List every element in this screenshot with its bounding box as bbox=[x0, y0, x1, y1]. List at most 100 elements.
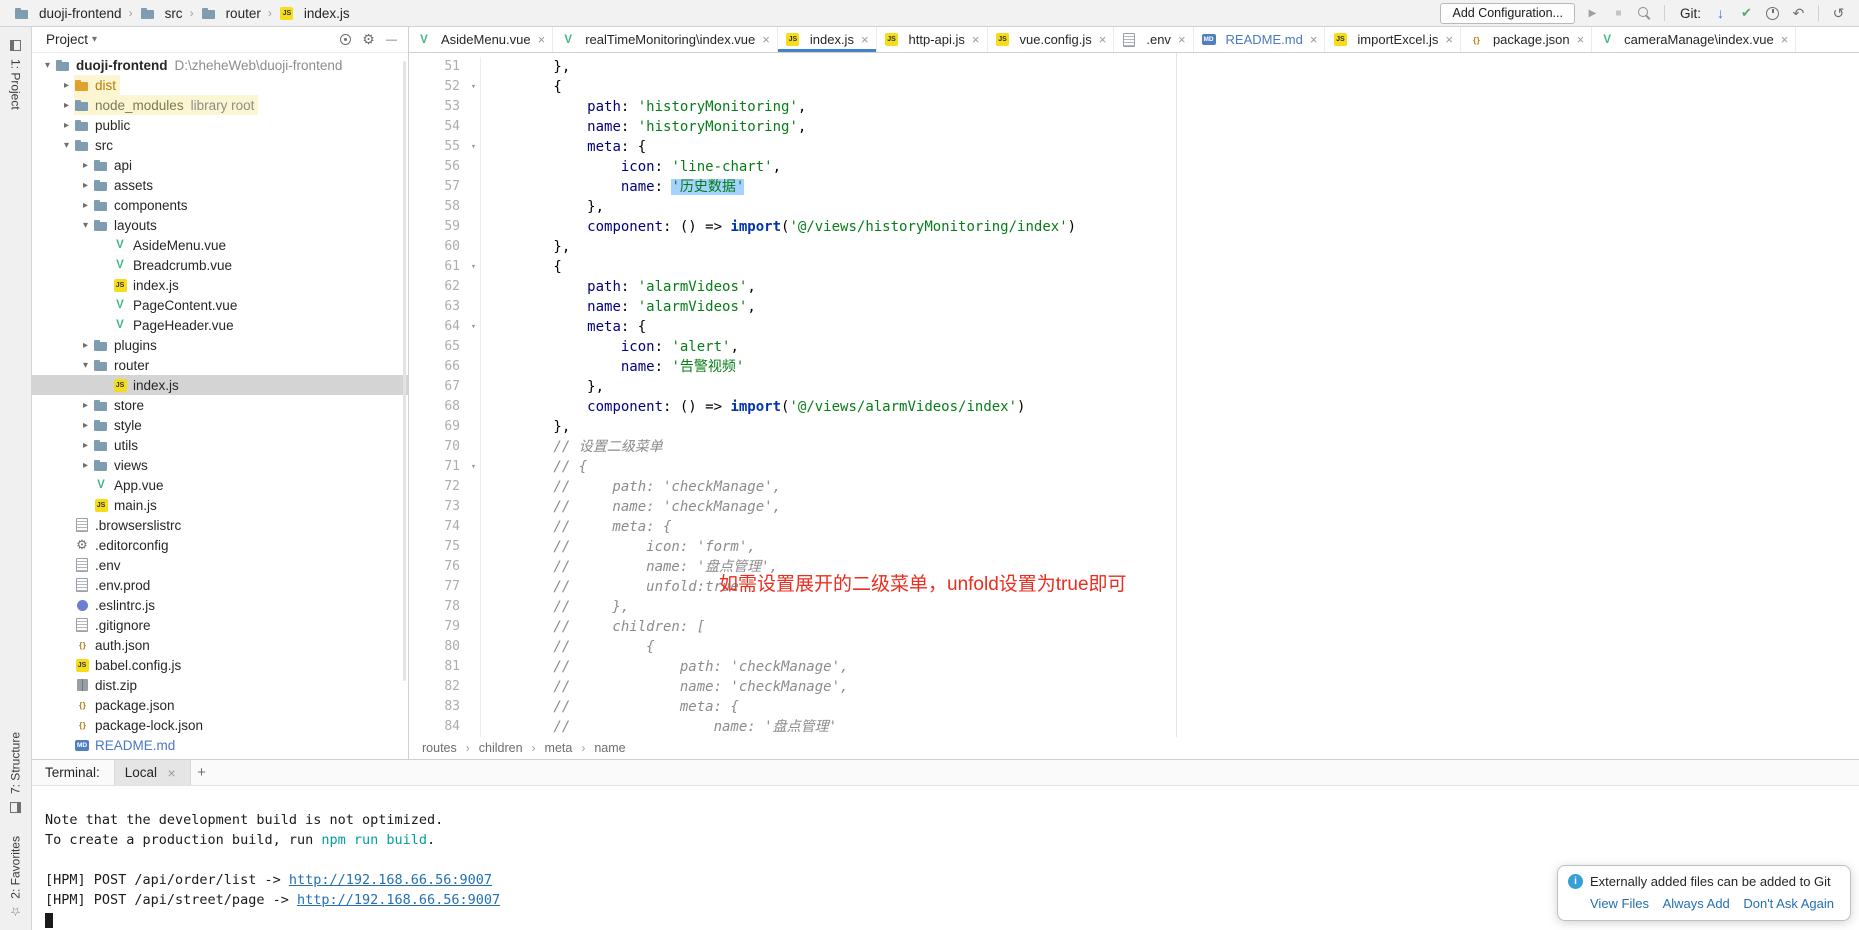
tree-item-views[interactable]: ▸views bbox=[32, 455, 408, 475]
code-line[interactable]: 77 // unfold:true bbox=[409, 577, 1859, 597]
project-view-dropdown[interactable]: Project ▾ bbox=[46, 32, 97, 47]
code-line[interactable]: 66 name: '告警视频' bbox=[409, 357, 1859, 377]
close-icon[interactable]: × bbox=[972, 32, 980, 47]
code-line[interactable]: 60 }, bbox=[409, 237, 1859, 257]
tree-item-AsideMenu.vue[interactable]: AsideMenu.vue bbox=[32, 235, 408, 255]
close-icon[interactable]: × bbox=[861, 32, 869, 47]
code-editor[interactable]: 51 },52▾ {53 path: 'historyMonitoring',5… bbox=[409, 53, 1859, 737]
code-line[interactable]: 51 }, bbox=[409, 57, 1859, 77]
code-line[interactable]: 62 path: 'alarmVideos', bbox=[409, 277, 1859, 297]
chevron-right-icon[interactable]: ▸ bbox=[78, 460, 93, 471]
breadcrumb-item[interactable]: duoji-frontend bbox=[12, 5, 124, 21]
tree-item-package-lock.json[interactable]: package-lock.json bbox=[32, 715, 408, 735]
code-line[interactable]: 57 name: '历史数据' bbox=[409, 177, 1859, 197]
tab-README.md[interactable]: README.md× bbox=[1194, 27, 1326, 52]
locate-file-icon[interactable] bbox=[337, 31, 354, 48]
code-line[interactable]: 79 // children: [ bbox=[409, 617, 1859, 637]
tree-item-main.js[interactable]: main.js bbox=[32, 495, 408, 515]
code-line[interactable]: 67 }, bbox=[409, 377, 1859, 397]
tree-item-assets[interactable]: ▸assets bbox=[32, 175, 408, 195]
tree-item-layouts[interactable]: ▾layouts bbox=[32, 215, 408, 235]
tree-item-dist.zip[interactable]: dist.zip bbox=[32, 675, 408, 695]
code-line[interactable]: 76 // name: '盘点管理', bbox=[409, 557, 1859, 577]
stop-icon[interactable] bbox=[1610, 5, 1627, 22]
code-line[interactable]: 70 // 设置二级菜单 bbox=[409, 437, 1859, 457]
tree-item-.browserslistrc[interactable]: .browserslistrc bbox=[32, 515, 408, 535]
code-line[interactable]: 82 // name: 'checkManage', bbox=[409, 677, 1859, 697]
code-line[interactable]: 71▾ // { bbox=[409, 457, 1859, 477]
breadcrumb-item[interactable]: src bbox=[138, 5, 185, 21]
tree-item-auth.json[interactable]: auth.json bbox=[32, 635, 408, 655]
tree-item-utils[interactable]: ▸utils bbox=[32, 435, 408, 455]
code-line[interactable]: 81 // path: 'checkManage', bbox=[409, 657, 1859, 677]
tree-item-dist[interactable]: ▸dist bbox=[32, 75, 408, 95]
close-icon[interactable]: × bbox=[1178, 32, 1186, 47]
refresh-icon[interactable] bbox=[1830, 5, 1847, 22]
code-line[interactable]: 52▾ { bbox=[409, 77, 1859, 97]
code-line[interactable]: 80 // { bbox=[409, 637, 1859, 657]
tree-item-package.json[interactable]: package.json bbox=[32, 695, 408, 715]
terminal-tab-local[interactable]: Local bbox=[114, 760, 191, 785]
toolwindow-button-favorites[interactable]: 2: Favorites bbox=[7, 831, 24, 926]
code-line[interactable]: 61▾ { bbox=[409, 257, 1859, 277]
tree-item-.gitignore[interactable]: .gitignore bbox=[32, 615, 408, 635]
breadcrumb-item[interactable]: router bbox=[199, 5, 263, 21]
tree-item-Breadcrumb.vue[interactable]: Breadcrumb.vue bbox=[32, 255, 408, 275]
chevron-right-icon[interactable]: ▸ bbox=[78, 440, 93, 451]
notification-action[interactable]: Always Add bbox=[1663, 896, 1730, 911]
add-configuration-button[interactable]: Add Configuration... bbox=[1440, 3, 1575, 24]
breadcrumb-item-meta[interactable]: meta bbox=[544, 741, 574, 755]
chevron-down-icon[interactable]: ▾ bbox=[40, 60, 55, 71]
fold-marker[interactable]: ▾ bbox=[467, 137, 481, 157]
tree-item-PageContent.vue[interactable]: PageContent.vue bbox=[32, 295, 408, 315]
code-line[interactable]: 63 name: 'alarmVideos', bbox=[409, 297, 1859, 317]
tab-http-api.js[interactable]: http-api.js× bbox=[877, 27, 988, 52]
code-line[interactable]: 65 icon: 'alert', bbox=[409, 337, 1859, 357]
code-line[interactable]: 72 // path: 'checkManage', bbox=[409, 477, 1859, 497]
breadcrumb-item-children[interactable]: children bbox=[478, 741, 524, 755]
close-icon[interactable]: × bbox=[1445, 32, 1453, 47]
tree-item-public[interactable]: ▸public bbox=[32, 115, 408, 135]
tree-item-api[interactable]: ▸api bbox=[32, 155, 408, 175]
code-line[interactable]: 75 // icon: 'form', bbox=[409, 537, 1859, 557]
tab-index.js[interactable]: index.js× bbox=[778, 27, 877, 52]
chevron-right-icon[interactable]: ▸ bbox=[59, 100, 74, 111]
run-icon[interactable] bbox=[1584, 5, 1601, 22]
tree-item-index.js[interactable]: index.js bbox=[32, 275, 408, 295]
code-line[interactable]: 59 component: () => import('@/views/hist… bbox=[409, 217, 1859, 237]
code-line[interactable]: 73 // name: 'checkManage', bbox=[409, 497, 1859, 517]
tree-item-plugins[interactable]: ▸plugins bbox=[32, 335, 408, 355]
notification-action[interactable]: Don't Ask Again bbox=[1743, 896, 1834, 911]
close-icon[interactable]: × bbox=[1310, 32, 1318, 47]
git-rollback-icon[interactable] bbox=[1790, 5, 1807, 22]
tree-item-store[interactable]: ▸store bbox=[32, 395, 408, 415]
code-line[interactable]: 69 }, bbox=[409, 417, 1859, 437]
tree-item-src[interactable]: ▾src bbox=[32, 135, 408, 155]
chevron-right-icon[interactable]: ▸ bbox=[59, 80, 74, 91]
toolwindow-button-project[interactable]: 1: Project bbox=[7, 32, 24, 115]
tree-item-components[interactable]: ▸components bbox=[32, 195, 408, 215]
chevron-right-icon[interactable]: ▸ bbox=[78, 340, 93, 351]
tree-item-style[interactable]: ▸style bbox=[32, 415, 408, 435]
tree-item-babel.config.js[interactable]: babel.config.js bbox=[32, 655, 408, 675]
chevron-down-icon[interactable]: ▾ bbox=[78, 220, 93, 231]
tree-item-.env.prod[interactable]: .env.prod bbox=[32, 575, 408, 595]
project-scrollbar[interactable] bbox=[403, 61, 406, 681]
code-line[interactable]: 53 path: 'historyMonitoring', bbox=[409, 97, 1859, 117]
terminal-link[interactable]: http://192.168.66.56:9007 bbox=[297, 892, 500, 908]
chevron-right-icon[interactable]: ▸ bbox=[78, 200, 93, 211]
chevron-down-icon[interactable]: ▾ bbox=[78, 360, 93, 371]
terminal-link[interactable]: http://192.168.66.56:9007 bbox=[289, 872, 492, 888]
tab-package.json[interactable]: package.json× bbox=[1461, 27, 1592, 52]
git-history-icon[interactable] bbox=[1764, 5, 1781, 22]
chevron-right-icon[interactable]: ▸ bbox=[78, 420, 93, 431]
git-update-icon[interactable] bbox=[1712, 5, 1729, 22]
code-line[interactable]: 54 name: 'historyMonitoring', bbox=[409, 117, 1859, 137]
hide-panel-icon[interactable] bbox=[383, 31, 400, 48]
toolwindow-button-structure[interactable]: 7: Structure bbox=[7, 727, 24, 821]
chevron-right-icon[interactable]: ▸ bbox=[78, 400, 93, 411]
tree-item-App.vue[interactable]: App.vue bbox=[32, 475, 408, 495]
chevron-down-icon[interactable]: ▾ bbox=[59, 140, 74, 151]
close-icon[interactable]: × bbox=[1099, 32, 1107, 47]
close-icon[interactable]: × bbox=[762, 32, 770, 47]
